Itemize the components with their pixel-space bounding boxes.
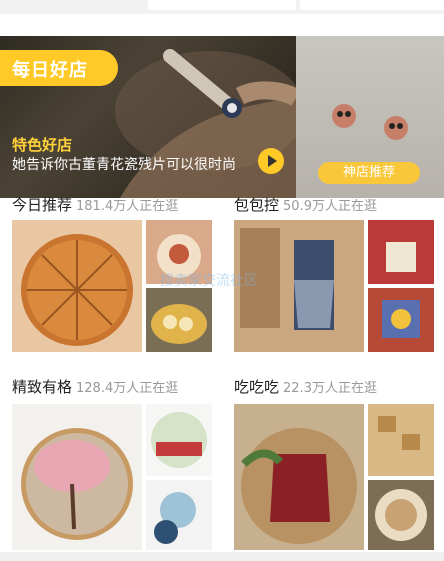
daily-shop-badge: 每日好店	[0, 50, 118, 86]
banner-title: 特色好店	[12, 136, 73, 154]
visitor-count: 22.3万人正在逛	[283, 381, 377, 396]
product-image-crochet-bag[interactable]	[368, 220, 434, 284]
section-food-images[interactable]	[234, 404, 434, 550]
section-bags-images[interactable]	[234, 220, 434, 352]
watermark-text: 搜卖家交流社区	[160, 273, 258, 289]
section-title: 今日推荐	[12, 196, 73, 214]
shop-recommend-button[interactable]: 神店推荐	[318, 162, 420, 184]
section-title: 精致有格	[12, 378, 73, 396]
visitor-count: 50.9万人正在逛	[283, 199, 377, 214]
top-strip	[0, 0, 444, 14]
section-food-header[interactable]: 吃吃吃 22.3万人正在逛	[234, 376, 377, 397]
section-today-header[interactable]: 今日推荐 181.4万人正在逛	[12, 194, 178, 215]
product-image-embroidery-hoop[interactable]	[12, 404, 142, 550]
section-refined-images[interactable]	[12, 404, 212, 550]
banner-subtitle: 她告诉你古董青花瓷残片可以很时尚	[12, 157, 236, 173]
product-image-snack-plate[interactable]	[368, 480, 434, 550]
product-image-landscape-embroidery[interactable]	[146, 480, 212, 550]
shop-recommend-panel[interactable]: 神店推荐	[296, 36, 444, 198]
section-refined-header[interactable]: 精致有格 128.4万人正在逛	[12, 376, 178, 397]
product-image-dumplings[interactable]	[146, 288, 212, 352]
visitor-count: 128.4万人正在逛	[76, 381, 179, 396]
featured-shop-banner[interactable]: 特色好店 她告诉你古董青花瓷残片可以很时尚 神店推荐 每日好店	[0, 36, 444, 198]
product-image-cloth-pouch[interactable]	[234, 404, 364, 550]
previous-card-fragment	[148, 0, 296, 10]
product-image-cake[interactable]	[12, 220, 142, 352]
daily-shops-card: 特色好店 她告诉你古董青花瓷残片可以很时尚 神店推荐 每日好店 今日推荐 181.…	[0, 14, 444, 552]
section-bags-header[interactable]: 包包控 50.9万人正在逛	[234, 194, 377, 215]
section-title: 包包控	[234, 196, 280, 214]
play-icon[interactable]	[258, 148, 284, 174]
daily-shop-badge-label: 每日好店	[12, 60, 88, 81]
section-title: 吃吃吃	[234, 378, 280, 396]
previous-card-fragment	[300, 0, 444, 10]
product-image-tulip-embroidery[interactable]	[146, 404, 212, 476]
visitor-count: 181.4万人正在逛	[76, 199, 179, 214]
product-image-cubes[interactable]	[368, 404, 434, 476]
product-image-granny-square-bag[interactable]	[368, 288, 434, 352]
bottom-divider	[0, 552, 444, 561]
